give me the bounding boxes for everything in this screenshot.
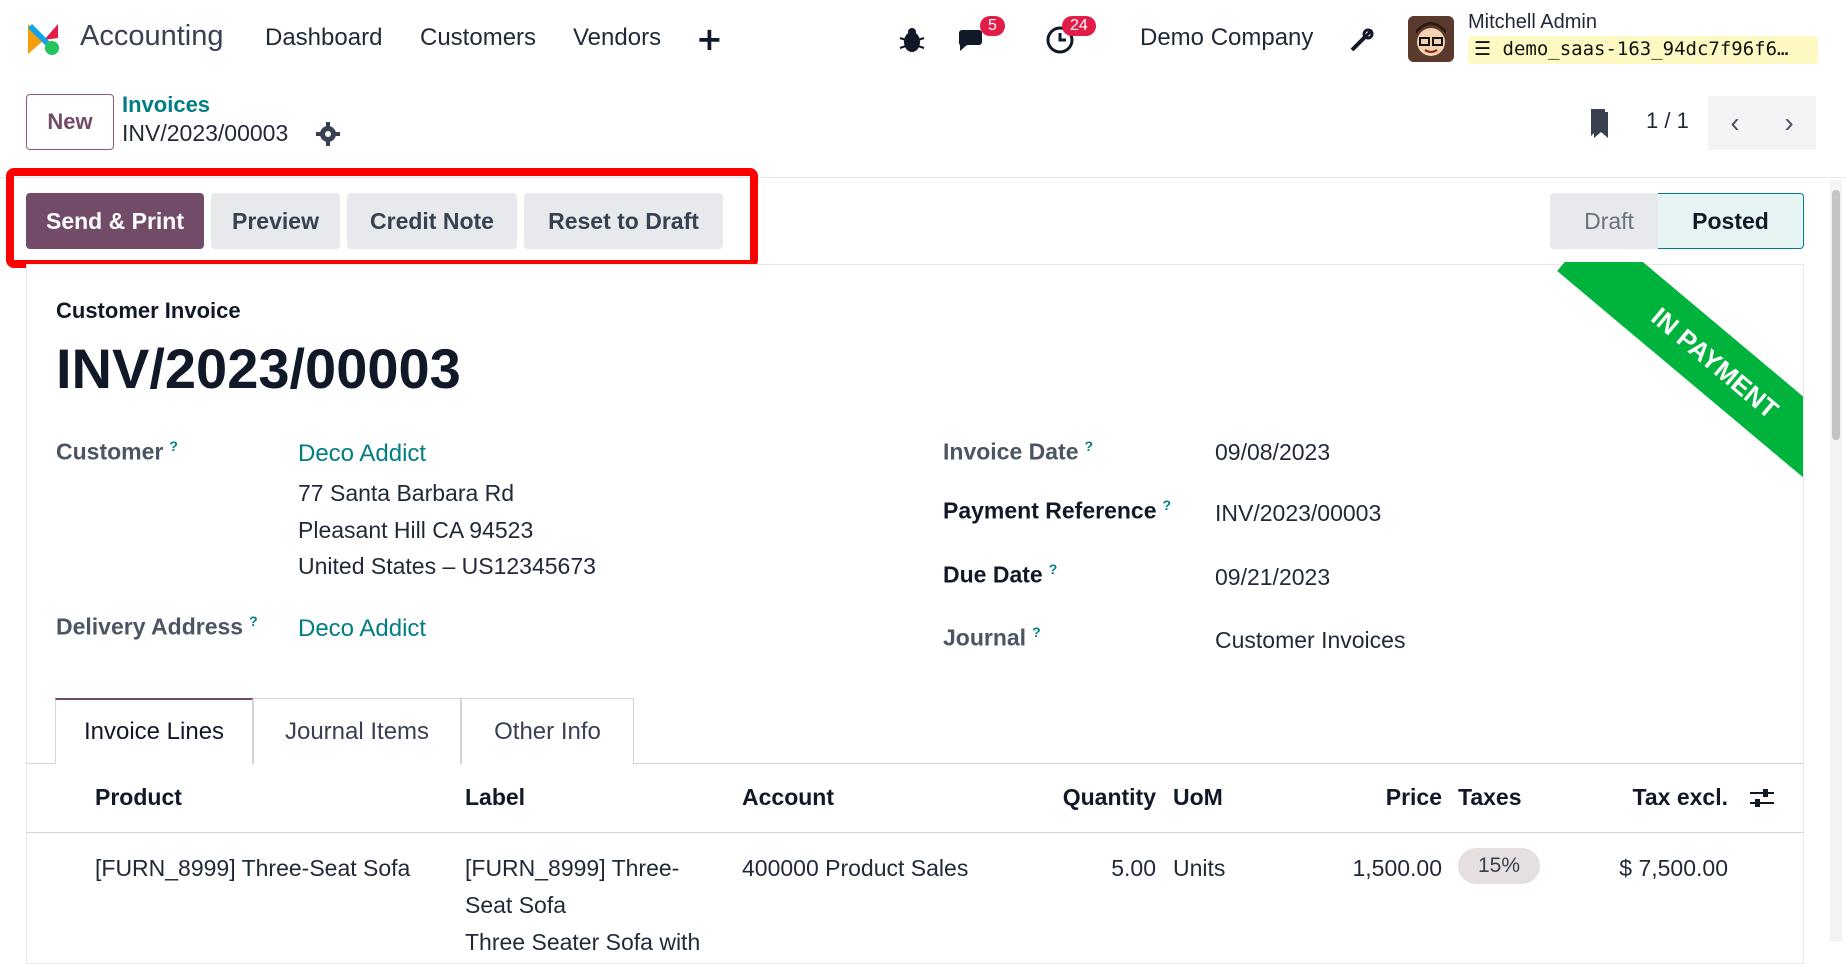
column-taxes[interactable]: Taxes — [1458, 784, 1522, 811]
status-ribbon: IN PAYMENT — [1555, 262, 1803, 522]
bookmark-icon[interactable] — [1590, 108, 1612, 140]
preview-button[interactable]: Preview — [211, 193, 340, 249]
pager-value[interactable]: 1 / 1 — [1646, 108, 1689, 134]
delivery-address-link[interactable]: Deco Addict — [298, 615, 426, 643]
invoice-number: INV/2023/00003 — [56, 337, 461, 400]
messages-count-badge: 5 — [980, 16, 1005, 36]
nav-more-plus-icon[interactable]: + — [696, 20, 723, 58]
table-header-divider — [26, 832, 1804, 833]
cell-label-line3: Three Seater Sofa with — [465, 929, 701, 955]
customer-link[interactable]: Deco Addict — [298, 440, 426, 468]
due-date-label: Due Date? — [943, 561, 1058, 588]
column-quantity[interactable]: Quantity — [1030, 784, 1156, 811]
pager-previous-button[interactable]: ‹ — [1708, 96, 1762, 150]
optional-columns-sliders-icon[interactable] — [1748, 784, 1776, 812]
journal-value[interactable]: Customer Invoices — [1215, 627, 1405, 654]
user-avatar[interactable] — [1408, 16, 1454, 62]
payment-ref-help-icon[interactable]: ? — [1163, 497, 1172, 513]
journal-help-icon[interactable]: ? — [1032, 624, 1041, 640]
breadcrumb-invoices[interactable]: Invoices — [122, 92, 210, 118]
customer-address-line2: Pleasant Hill CA 94523 — [298, 517, 534, 543]
invoice-date-value[interactable]: 09/08/2023 — [1215, 439, 1330, 466]
debug-bug-icon[interactable] — [896, 24, 928, 56]
customer-help-icon[interactable]: ? — [169, 438, 178, 454]
nav-dashboard[interactable]: Dashboard — [265, 24, 382, 52]
settings-tools-icon[interactable] — [1346, 24, 1378, 56]
customer-label: Customer? — [56, 438, 178, 465]
user-name[interactable]: Mitchell Admin — [1468, 11, 1597, 34]
new-button[interactable]: New — [26, 94, 114, 150]
due-date-help-icon[interactable]: ? — [1049, 561, 1058, 577]
delivery-address-label: Delivery Address? — [56, 613, 258, 640]
invoice-date-help-icon[interactable]: ? — [1085, 438, 1094, 454]
cell-label[interactable]: [FURN_8999] Three- Seat Sofa Three Seate… — [465, 850, 700, 961]
breadcrumb-current-record: INV/2023/00003 — [122, 120, 289, 146]
cell-product[interactable]: [FURN_8999] Three-Seat Sofa — [95, 850, 410, 887]
tab-invoice-lines[interactable]: Invoice Lines — [55, 698, 253, 764]
journal-label: Journal? — [943, 624, 1041, 651]
column-uom[interactable]: UoM — [1173, 784, 1223, 811]
delivery-help-icon[interactable]: ? — [249, 613, 258, 629]
cell-quantity[interactable]: 5.00 — [1030, 850, 1156, 887]
payment-reference-label: Payment Reference? — [943, 497, 1172, 524]
database-name: demo_saas-163_94dc7f96f6… — [1502, 38, 1789, 60]
send-print-button[interactable]: Send & Print — [26, 193, 204, 249]
customer-address-line3: United States – US12345673 — [298, 553, 596, 579]
company-switcher[interactable]: Demo Company — [1140, 24, 1313, 52]
column-tax-excluded[interactable]: Tax excl. — [1560, 784, 1728, 811]
column-price[interactable]: Price — [1300, 784, 1442, 811]
avatar-face-icon — [1408, 16, 1454, 62]
cell-tax-badge[interactable]: 15% — [1458, 848, 1540, 884]
pager-next-button[interactable]: › — [1762, 96, 1816, 150]
cell-uom[interactable]: Units — [1173, 850, 1225, 887]
cell-label-line2: Seat Sofa — [465, 892, 567, 918]
cell-tax-excluded: $ 7,500.00 — [1619, 855, 1728, 881]
invoice-date-label: Invoice Date? — [943, 438, 1094, 465]
page-scrollbar-thumb[interactable] — [1832, 190, 1840, 440]
cell-label-line1: [FURN_8999] Three- — [465, 855, 680, 881]
tab-other-info[interactable]: Other Info — [461, 698, 634, 764]
ribbon-label: IN PAYMENT — [1557, 262, 1803, 503]
due-date-value[interactable]: 09/21/2023 — [1215, 564, 1330, 591]
credit-note-button[interactable]: Credit Note — [347, 193, 517, 249]
record-actions-gear-icon[interactable] — [316, 122, 340, 146]
accounting-app-logo-icon[interactable] — [24, 20, 62, 58]
app-name[interactable]: Accounting — [80, 20, 224, 53]
cell-price[interactable]: 1,500.00 — [1300, 850, 1442, 887]
column-account[interactable]: Account — [742, 784, 834, 811]
database-icon: ☰ — [1474, 38, 1492, 60]
column-label[interactable]: Label — [465, 784, 525, 811]
activities-count-badge: 24 — [1062, 16, 1096, 36]
column-product[interactable]: Product — [95, 784, 182, 811]
tab-journal-items[interactable]: Journal Items — [253, 698, 461, 764]
invoice-type: Customer Invoice — [56, 298, 241, 323]
customer-address-line1: 77 Santa Barbara Rd — [298, 480, 515, 506]
nav-customers[interactable]: Customers — [420, 24, 536, 52]
payment-reference-value[interactable]: INV/2023/00003 — [1215, 500, 1381, 527]
reset-to-draft-button[interactable]: Reset to Draft — [524, 193, 723, 249]
cell-account[interactable]: 400000 Product Sales — [742, 850, 968, 887]
status-posted[interactable]: Posted — [1658, 193, 1804, 249]
database-chip: ☰ demo_saas-163_94dc7f96f6… — [1468, 36, 1818, 64]
nav-vendors[interactable]: Vendors — [573, 24, 661, 52]
status-draft[interactable]: Draft — [1550, 193, 1668, 249]
